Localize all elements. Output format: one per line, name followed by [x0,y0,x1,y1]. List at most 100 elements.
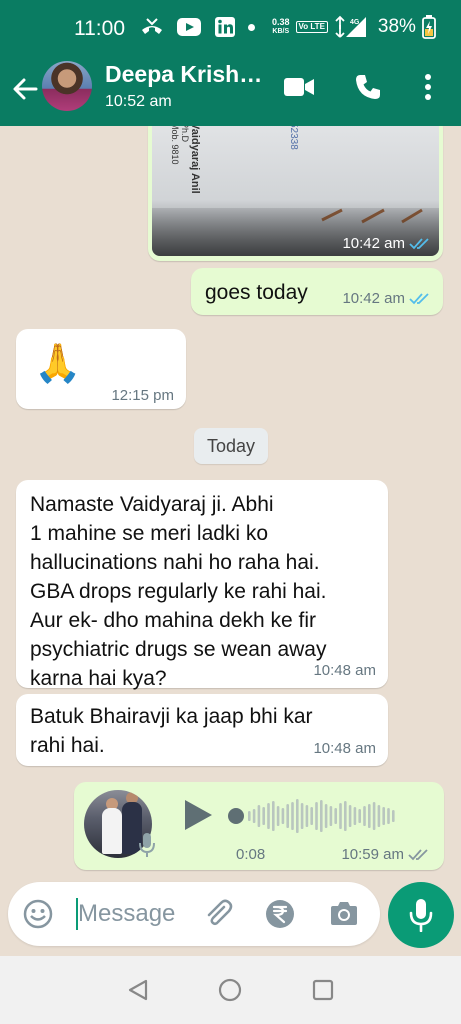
message-line: 1 mahine se meri ladki ko [30,522,269,545]
linkedin-icon [215,17,235,37]
waveform-bar [377,805,381,827]
waveform-bar [363,806,366,826]
status-notification-icons [140,16,255,38]
waveform-bar [348,805,352,827]
message-line: Namaste Vaidyaraj ji. Abhi [30,493,274,516]
message-meta: 12:15 pm [111,387,174,404]
nav-back-icon[interactable] [126,978,150,1002]
message-meta: 10:48 am [313,662,376,679]
network-type-label: 4G [350,19,360,26]
emoji-icon[interactable] [22,898,54,930]
delivered-ticks-icon [408,848,428,860]
network-speed-value: 0.38 [272,17,290,27]
message-text: Namaste Vaidyaraj ji. Abhi 1 mahine se m… [30,490,326,693]
message-time: 10:48 am [313,662,376,679]
message-line: hallucinations nahi ho raha hai. [30,551,320,574]
attach-icon[interactable] [202,898,234,930]
message-bubble[interactable]: goes today 10:42 am [191,268,443,315]
network-speed: 0.38 KB/S [272,18,290,36]
youtube-icon [177,18,201,36]
waveform-bar [387,808,390,824]
message-line: Batuk Bhairavji ka jaap bhi kar [30,705,313,728]
waveform-bar [324,804,328,828]
message-time: 10:42 am [342,290,405,307]
message-text: Batuk Bhairavji ka jaap bhi kar rahi hai… [30,702,313,760]
waveform-bar [262,807,265,825]
nav-recents-icon[interactable] [311,978,335,1002]
message-time: 12:15 pm [111,387,174,404]
image-attachment[interactable]: Vaidyaraj Anil Ph.D Mob. 9810 52338 10:4… [152,126,439,256]
message-text: goes today [205,281,308,304]
image-message[interactable]: Vaidyaraj Anil Ph.D Mob. 9810 52338 10:4… [148,126,443,261]
waveform-bar [320,800,323,832]
waveform-bar [276,806,280,826]
battery-percent: 38% [377,16,416,37]
waveform-bar [310,807,313,825]
photo-text: Vaidyaraj Anil Ph.D Mob. 9810 [156,126,201,208]
message-line: GBA drops regularly ke rahi hai. [30,580,327,603]
more-vert-icon[interactable] [424,72,432,102]
rupee-payment-icon[interactable] [264,898,296,930]
message-time: 10:42 am [342,235,405,252]
waveform-bar [382,807,385,825]
waveform-bar [358,809,361,823]
contact-name[interactable]: Deepa Krish… [105,61,262,88]
contact-last-seen[interactable]: 10:52 am [105,93,172,111]
contact-avatar[interactable] [42,61,92,111]
waveform-bar [372,802,376,830]
waveform-bar [286,804,289,828]
missed-call-icon [142,18,162,34]
date-separator: Today [194,428,268,464]
waveform-bar [300,803,304,829]
video-call-icon[interactable] [283,75,315,99]
nav-home-icon[interactable] [218,978,242,1002]
play-icon[interactable] [182,798,214,832]
message-line: psychiatric drugs se wean away [30,638,327,661]
message-input[interactable]: Message [78,900,175,928]
message-meta: 10:42 am [342,290,431,307]
read-ticks-icon [409,237,429,249]
waveform-bar [392,810,395,822]
waveform-bar [291,802,294,830]
voice-waveform[interactable] [226,794,396,838]
camera-icon[interactable] [328,898,360,930]
message-composer[interactable]: Message [8,882,380,946]
back-arrow-icon[interactable] [10,74,40,104]
photo-text-line: Mob. 9810 [170,126,180,165]
message-time: 10:48 am [313,740,376,757]
system-nav-bar [0,956,461,1024]
message-bubble[interactable]: 🙏 12:15 pm [16,329,186,409]
message-bubble[interactable]: Namaste Vaidyaraj ji. Abhi 1 mahine se m… [16,480,388,690]
waveform-bar [267,803,270,829]
message-meta: 10:59 am [341,846,430,863]
message-bubble[interactable]: Batuk Bhairavji ka jaap bhi kar rahi hai… [16,694,388,766]
mic-icon [409,899,433,932]
photo-number: 52338 [288,126,299,150]
voice-message[interactable]: 0:08 10:59 am [74,782,444,870]
signal-4g-icon: 4G [335,15,366,38]
voice-call-icon[interactable] [354,73,382,101]
message-time: 10:59 am [341,846,404,863]
waveform-bar [334,808,337,824]
voice-progress-knob [228,808,244,824]
voice-mic-badge-icon [139,833,155,857]
mic-button[interactable] [388,882,454,948]
chat-area[interactable]: Vaidyaraj Anil Ph.D Mob. 9810 52338 10:4… [0,126,461,880]
waveform-bar [272,801,275,831]
message-meta: 10:42 am [342,235,431,252]
status-system-icons: 0.38 KB/S Vo LTE 4G 38% [272,15,436,39]
status-bar: 11:00 0.38 KB/S Vo LTE 4G 38% [0,0,461,56]
waveform-bar [339,803,342,829]
waveform-bar [353,807,357,825]
waveform-bar [257,805,261,827]
waveform-bar [281,808,285,824]
waveform-bar [344,801,347,831]
waveform-bar [296,799,299,833]
waveform-bar [329,806,333,826]
message-meta: 10:48 am [313,740,376,757]
photo-text-line: Vaidyaraj Anil [189,126,201,194]
waveform-bar [252,809,256,823]
message-line: rahi hai. [30,734,105,757]
chat-header: Deepa Krish… 10:52 am [0,56,461,126]
status-time: 11:00 [74,17,125,40]
